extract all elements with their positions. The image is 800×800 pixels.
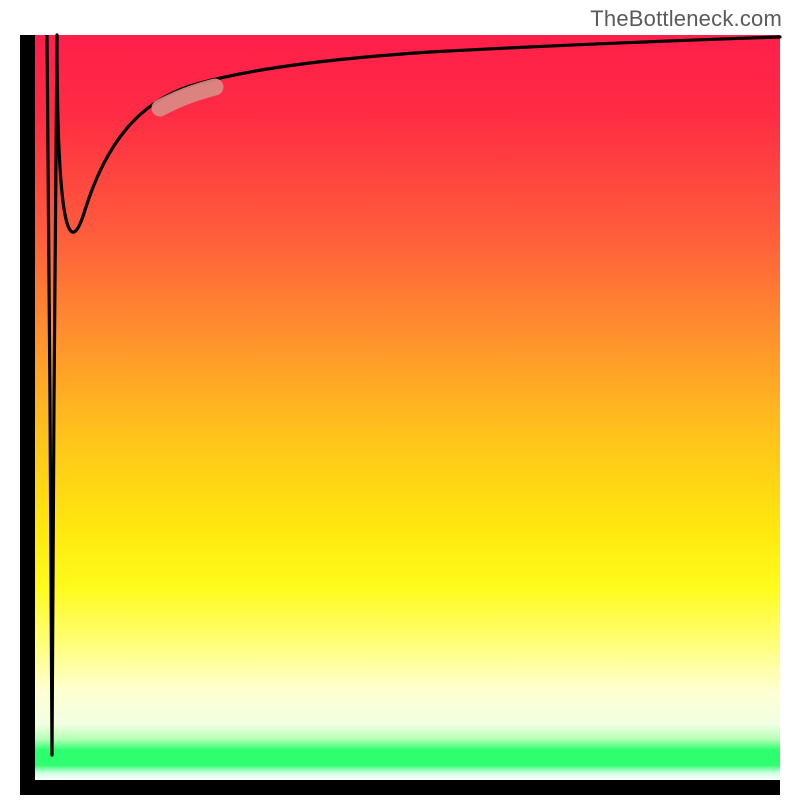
chart-curves — [0, 0, 800, 800]
log-curve-line — [57, 35, 780, 232]
vertical-dip-line — [47, 35, 57, 755]
curve-highlight-segment — [160, 87, 215, 108]
